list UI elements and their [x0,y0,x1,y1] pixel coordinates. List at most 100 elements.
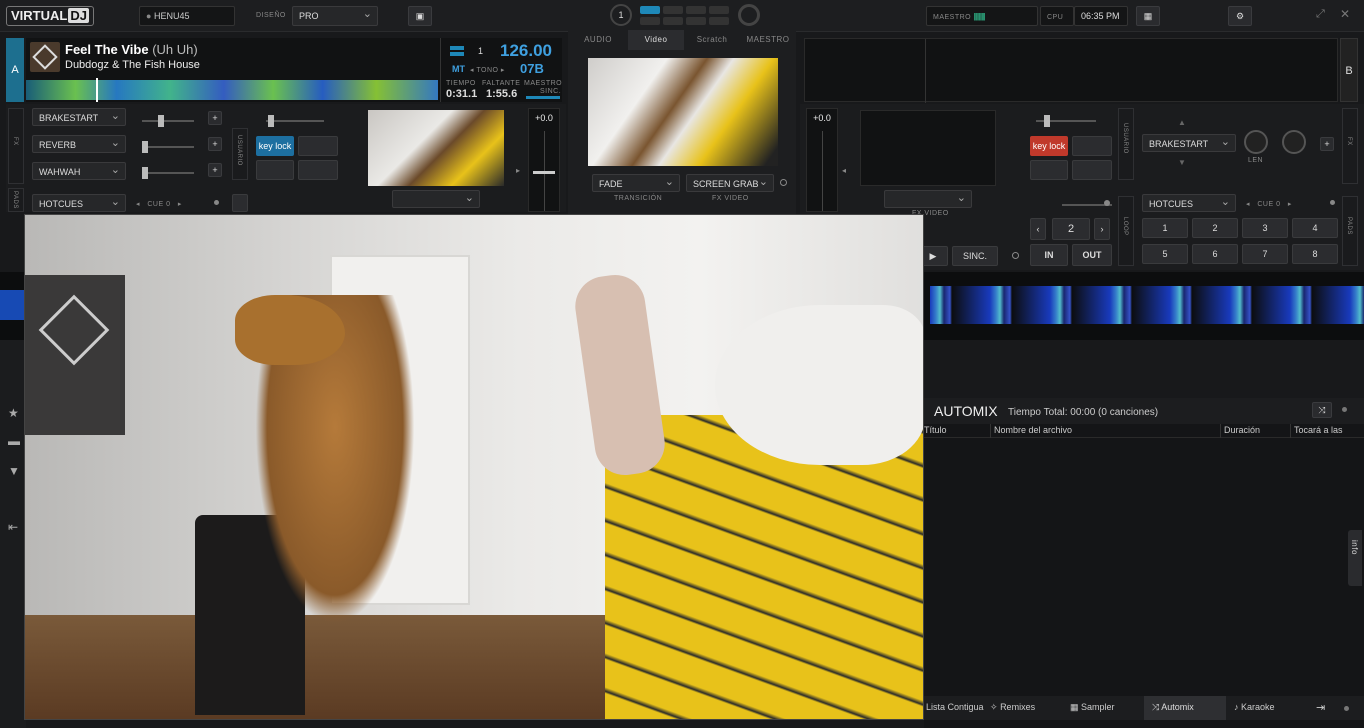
usuario-tab[interactable]: USUARIO [232,128,248,180]
pads-mode-select-b[interactable]: HOTCUES [1142,193,1236,212]
tab-karaoke[interactable]: ♪ Karaoke [1234,702,1275,712]
user-button-b-3[interactable] [1030,160,1068,180]
user-slider-b[interactable] [1036,115,1096,127]
folder-icon[interactable]: ▬ [8,434,20,448]
fx-up-arrow-icon[interactable]: ▲ [1178,118,1186,127]
bottom-options-icon[interactable] [1344,706,1349,711]
close-icon[interactable]: ✕ [1340,7,1350,21]
hotcue-pad-2[interactable]: 2 [1192,218,1238,238]
column-title[interactable]: Título [924,425,990,435]
loop-increase-button[interactable]: › [1094,218,1110,240]
column-filename[interactable]: Nombre del archivo [994,425,1072,435]
hotcue-pad-8[interactable]: 8 [1292,244,1338,264]
tab-master[interactable]: MAESTRO [740,30,796,50]
hotcue-pad-3[interactable]: 3 [1242,218,1288,238]
pads-mode-select[interactable]: HOTCUES [32,193,126,212]
fx-3-slider[interactable] [142,167,194,179]
fx-1-add-button[interactable]: + [208,111,222,125]
deck-layout-selector[interactable] [640,6,732,26]
filter-icon[interactable]: ▼ [8,464,20,478]
cue-selector-b[interactable]: ◂ CUE 0 ▸ [1246,200,1292,208]
back-arrow-icon[interactable]: ⇤ [8,520,18,534]
tab-scratch[interactable]: Scratch [684,30,740,50]
tab-remixes[interactable]: ✧ Remixes [990,702,1035,713]
pads-option-button[interactable] [232,194,248,212]
user-button-a-4[interactable] [298,160,338,180]
fx-slot-2[interactable]: REVERB [32,134,126,153]
user-button-b-4[interactable] [1072,160,1112,180]
fx-param-knob[interactable] [1282,130,1306,154]
hotcue-pad-6[interactable]: 6 [1192,244,1238,264]
fx-down-arrow-icon[interactable]: ▼ [1178,158,1186,167]
tab-audio[interactable]: AUDIO [568,30,628,50]
fx-2-slider[interactable] [142,141,194,153]
fx-3-add-button[interactable]: + [208,163,222,177]
loop-out-button[interactable]: OUT [1072,244,1112,266]
fx-1-slider[interactable] [142,115,194,127]
pitch-slider-b[interactable]: +0.0 [806,108,838,212]
loop-in-button[interactable]: IN [1030,244,1068,266]
calendar-icon[interactable]: ▦ [1136,6,1160,26]
user-button-b-2[interactable] [1072,136,1112,156]
pitch-slider-a[interactable]: +0.0 [528,108,560,212]
usuario-tab-b[interactable]: USUARIO [1118,108,1134,180]
fx-video-select-b[interactable] [884,189,972,208]
star-icon[interactable]: ★ [8,406,19,420]
cube-icon[interactable]: ▣ [408,6,432,26]
sync-button-b[interactable]: SINC. [952,246,998,266]
cue-selector[interactable]: ◂ CUE 0 ▸ [136,200,182,208]
video-fx-dot-icon[interactable] [780,179,787,186]
user-slider[interactable] [266,115,324,127]
loop-decrease-button[interactable]: ‹ [1030,218,1046,240]
settings-gear-icon[interactable]: ⚙ [1228,6,1252,26]
virtualdj-logo[interactable]: VIRTUAL DJ [6,6,94,26]
deck-a-selector[interactable]: A [6,38,24,102]
loop-length[interactable]: 2 [1052,218,1090,240]
hotcue-pad-4[interactable]: 4 [1292,218,1338,238]
master-video-preview [588,58,778,166]
key-display[interactable]: 07B [520,61,544,76]
master-sync-label: MAESTRO [524,80,563,87]
fx-slot-1[interactable]: BRAKESTART [32,107,126,126]
track-overview-waveform[interactable] [26,80,438,100]
layout-select[interactable]: PRO [292,5,378,26]
sidelist-toggle-icon[interactable]: ⇥ [1316,701,1325,714]
fx-side-tab[interactable]: FX [8,108,24,184]
fullscreen-icon[interactable]: ⤢ [1316,8,1325,21]
fx-video-select[interactable]: SCREEN GRAB [686,173,774,192]
video-output-window[interactable] [24,214,924,720]
record-icon[interactable] [738,4,760,26]
automix-options-icon[interactable] [1342,407,1347,412]
user-button-a-3[interactable] [256,160,294,180]
pads-side-tab-b[interactable]: PADS [1342,196,1358,266]
keylock-button-a[interactable]: key lock [256,136,294,156]
hotcue-pad-1[interactable]: 1 [1142,218,1188,238]
remaining-label: FALTANTE [482,80,521,87]
tab-lista-contigua[interactable]: Lista Contigua [926,702,984,712]
master-tempo-toggle[interactable]: MT [452,64,465,74]
pads-side-tab[interactable]: PADS [8,188,24,212]
tab-sampler[interactable]: ▦ Sampler [1070,702,1115,713]
column-play-at[interactable]: Tocará a las [1294,425,1343,435]
fx-slot-b[interactable]: BRAKESTART [1142,133,1236,152]
transition-select[interactable]: FADE [592,173,680,192]
tab-video[interactable]: Video [628,30,684,50]
deck-b-selector[interactable]: B [1340,38,1358,102]
info-side-tab[interactable]: info [1348,530,1362,586]
keylock-button-b[interactable]: key lock [1030,136,1068,156]
shuffle-icon[interactable]: ⤨ [1312,402,1332,418]
fx-b-add-button[interactable]: + [1320,137,1334,151]
tab-automix[interactable]: ⤨ Automix [1144,696,1226,720]
fx-side-tab-b[interactable]: FX [1342,108,1358,184]
deck-count-button[interactable]: 1 [610,4,632,26]
user-account[interactable]: ● HENU45 [139,6,235,26]
hotcue-pad-7[interactable]: 7 [1242,244,1288,264]
column-duration[interactable]: Duración [1224,425,1260,435]
fx-len-knob[interactable] [1244,130,1268,154]
hotcue-pad-5[interactable]: 5 [1142,244,1188,264]
sampler-select-a[interactable] [392,189,480,208]
user-button-a-2[interactable] [298,136,338,156]
fx-2-add-button[interactable]: + [208,137,222,151]
fx-slot-3[interactable]: WAHWAH [32,161,126,180]
loop-side-tab[interactable]: LOOP [1118,196,1134,266]
